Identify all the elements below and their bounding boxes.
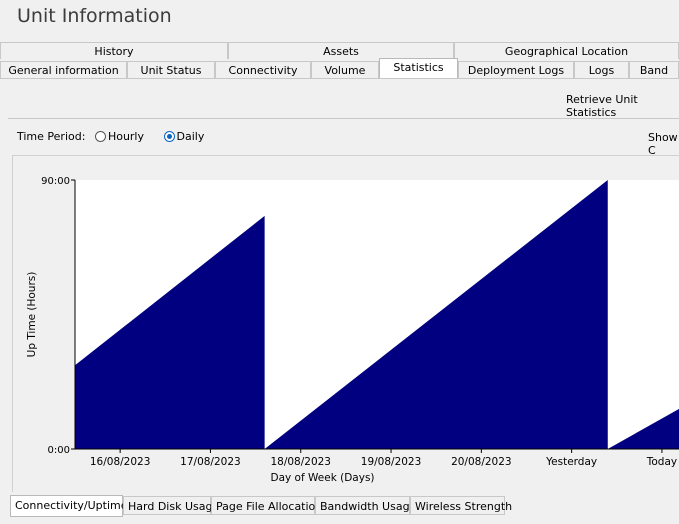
hourly-label[interactable]: Hourly: [108, 130, 144, 143]
y-tick-label: 0:00: [48, 445, 70, 456]
x-tick-label: 17/08/2023: [180, 456, 241, 468]
daily-label[interactable]: Daily: [177, 130, 205, 143]
uptime-chart: 0:00 90:00 16/08/2023 17/08/2023 18/08/2023 1…: [26, 176, 679, 484]
x-tick-label: 16/08/2023: [90, 456, 151, 468]
tab-wireless-strength[interactable]: Wireless Strength: [410, 496, 512, 515]
tab-statistics[interactable]: Statistics: [379, 58, 458, 78]
retrieve-unit-statistics-button[interactable]: Retrieve Unit Statistics: [566, 93, 679, 119]
tab-volume[interactable]: Volume: [311, 61, 379, 78]
tab-divider: [0, 78, 679, 79]
tab-logs[interactable]: Logs: [574, 61, 629, 78]
tab-connectivity-uptime[interactable]: Connectivity/Uptime: [10, 495, 128, 517]
tab-hard-disk-usage[interactable]: Hard Disk Usage: [123, 496, 219, 515]
tab-band[interactable]: Band: [629, 61, 679, 78]
time-period-controls: Time Period: Hourly Daily: [17, 129, 204, 145]
x-tick-label: Today: [646, 456, 677, 468]
x-tick-label: Yesterday: [545, 456, 597, 468]
tab-general-information[interactable]: General information: [0, 61, 127, 78]
show-button[interactable]: Show C: [648, 131, 679, 157]
time-period-label: Time Period:: [17, 130, 86, 143]
hourly-radio[interactable]: [94, 130, 106, 142]
chart-panel: 0:00 90:00 16/08/2023 17/08/2023 18/08/2023 1…: [12, 155, 679, 492]
tab-unit-status[interactable]: Unit Status: [127, 61, 215, 78]
tab-page-file-allocation[interactable]: Page File Allocation: [211, 496, 322, 515]
x-tick-label: 20/08/2023: [451, 456, 512, 468]
x-tick-label: 19/08/2023: [361, 456, 422, 468]
tab-connectivity[interactable]: Connectivity: [215, 61, 311, 78]
window-title: Unit Information: [17, 5, 172, 27]
tab-deployment-logs[interactable]: Deployment Logs: [458, 61, 574, 78]
daily-radio[interactable]: [163, 130, 175, 142]
section-divider: [8, 118, 679, 119]
x-axis-title: Day of Week (Days): [270, 472, 374, 484]
x-tick-label: 18/08/2023: [270, 456, 331, 468]
tab-geographical-location[interactable]: Geographical Location: [454, 42, 679, 59]
y-axis-title: Up Time (Hours): [26, 272, 38, 358]
tab-assets[interactable]: Assets: [228, 42, 454, 59]
y-tick-label: 90:00: [41, 176, 70, 187]
tab-history[interactable]: History: [0, 42, 228, 59]
tab-bandwidth-usage[interactable]: Bandwidth Usage: [315, 496, 416, 515]
